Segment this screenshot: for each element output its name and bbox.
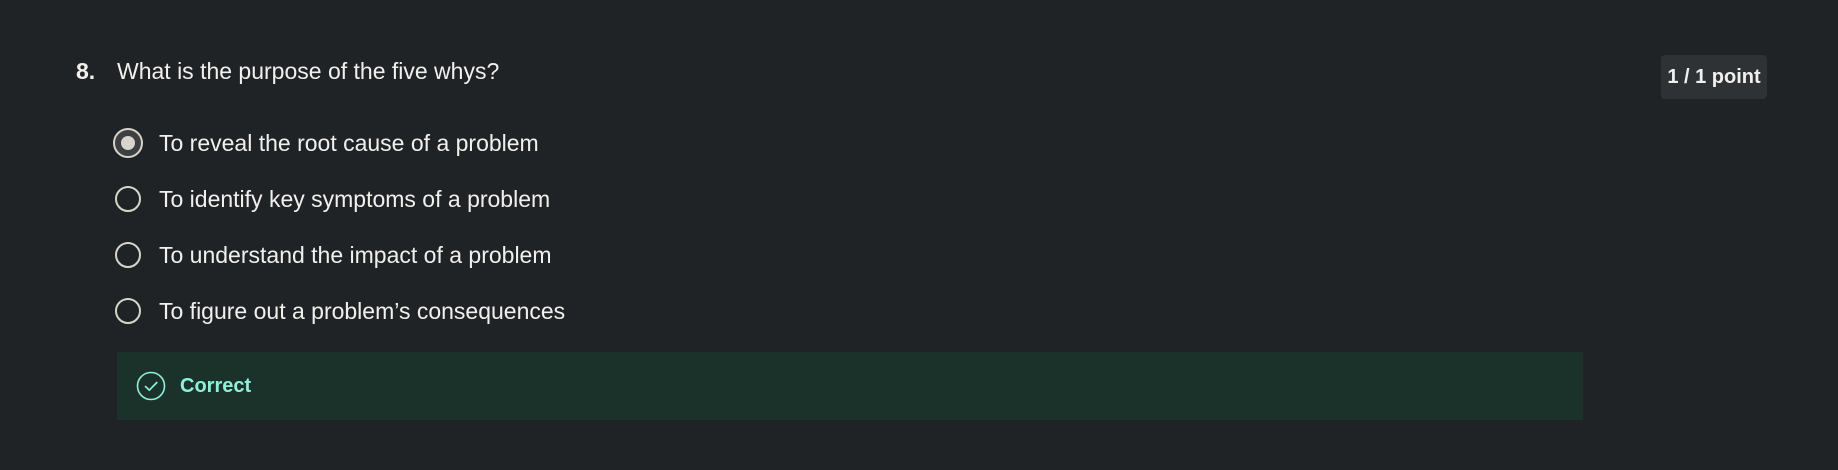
radio-button[interactable] (115, 242, 141, 268)
points-badge: 1 / 1 point (1661, 55, 1767, 99)
question-text: What is the purpose of the five whys? (117, 58, 500, 84)
answer-option-2[interactable]: To identify key symptoms of a problem (115, 183, 565, 215)
answer-option-4[interactable]: To figure out a problem’s consequences (115, 295, 565, 327)
quiz-question-panel: 8. What is the purpose of the five whys?… (0, 0, 1838, 470)
answer-option-label: To figure out a problem’s consequences (159, 297, 566, 324)
radio-button-selected[interactable] (113, 128, 143, 158)
feedback-status: Correct (180, 374, 252, 397)
radio-selected-dot (121, 136, 135, 150)
question-number: 8. (76, 58, 96, 84)
answer-option-1[interactable]: To reveal the root cause of a problem (113, 127, 565, 159)
feedback-banner: Correct (117, 352, 1583, 420)
answer-option-label: To identify key symptoms of a problem (159, 185, 551, 212)
radio-button[interactable] (115, 186, 141, 212)
radio-button[interactable] (115, 298, 141, 324)
answer-option-3[interactable]: To understand the impact of a problem (115, 239, 565, 271)
answer-options: To reveal the root cause of a problem To… (113, 127, 565, 351)
question-header: 8. What is the purpose of the five whys? (76, 58, 499, 85)
answer-option-label: To understand the impact of a problem (159, 241, 552, 268)
answer-option-label: To reveal the root cause of a problem (159, 129, 539, 156)
check-circle-icon (136, 371, 166, 401)
